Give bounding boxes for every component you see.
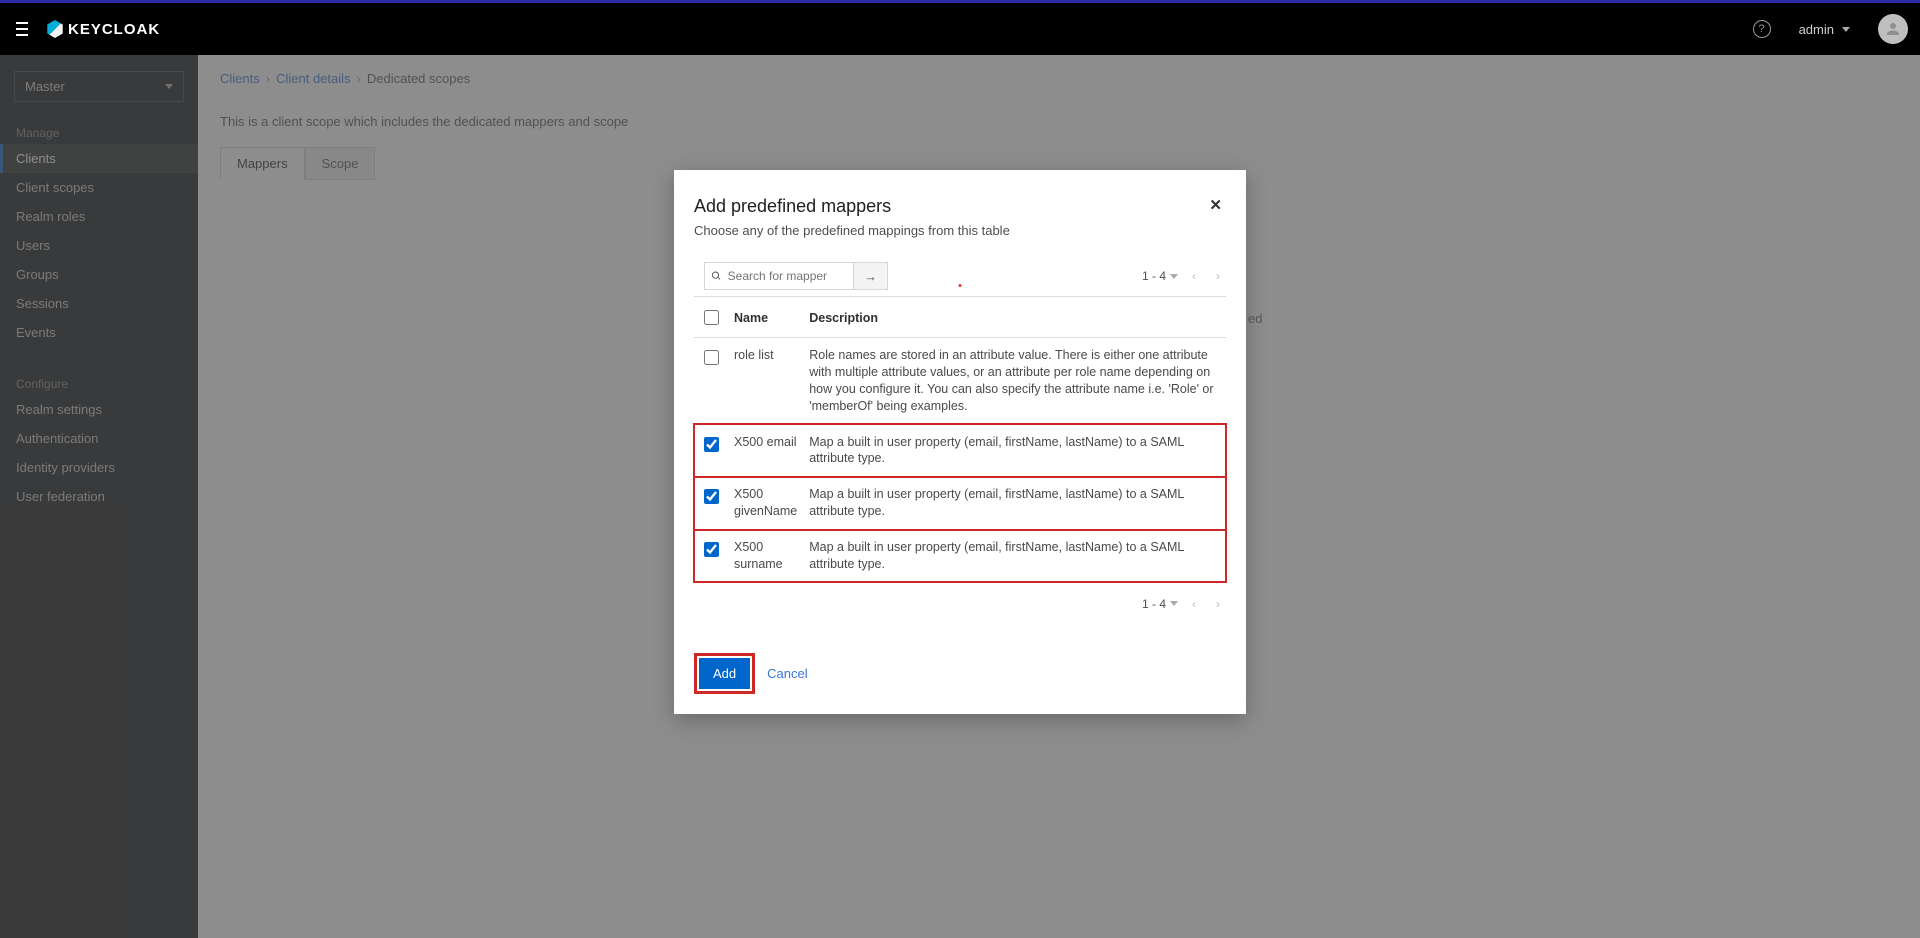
search-input[interactable] bbox=[726, 268, 847, 284]
indicator-dot bbox=[959, 284, 962, 287]
row-checkbox[interactable] bbox=[704, 437, 719, 452]
pager-prev-button[interactable]: ‹ bbox=[1186, 265, 1202, 287]
add-predefined-mappers-modal: ✕ Add predefined mappers Choose any of t… bbox=[674, 170, 1246, 714]
cancel-button[interactable]: Cancel bbox=[767, 666, 807, 681]
pager-range[interactable]: 1 - 4 bbox=[1142, 269, 1178, 283]
modal-title: Add predefined mappers bbox=[694, 196, 1226, 217]
search-submit-button[interactable]: → bbox=[854, 262, 888, 290]
select-all-checkbox[interactable] bbox=[704, 310, 719, 325]
close-icon[interactable]: ✕ bbox=[1209, 196, 1222, 214]
add-button[interactable]: Add bbox=[699, 658, 750, 689]
search-input-wrap bbox=[704, 262, 854, 290]
row-name: X500 surname bbox=[728, 530, 803, 583]
user-name: admin bbox=[1799, 22, 1834, 37]
add-button-highlight: Add bbox=[694, 653, 755, 694]
table-row: role listRole names are stored in an att… bbox=[694, 338, 1226, 425]
table-row: X500 surnameMap a built in user property… bbox=[694, 530, 1226, 583]
menu-toggle-button[interactable] bbox=[12, 18, 32, 40]
row-name: role list bbox=[728, 338, 803, 425]
row-description: Role names are stored in an attribute va… bbox=[803, 338, 1226, 425]
brand-logo[interactable]: KEYCLOAK bbox=[46, 20, 160, 38]
table-row: X500 emailMap a built in user property (… bbox=[694, 424, 1226, 477]
row-description: Map a built in user property (email, fir… bbox=[803, 424, 1226, 477]
row-name: X500 email bbox=[728, 424, 803, 477]
row-description: Map a built in user property (email, fir… bbox=[803, 477, 1226, 530]
pager-next-button[interactable]: › bbox=[1210, 265, 1226, 287]
row-checkbox[interactable] bbox=[704, 350, 719, 365]
pager-bottom: 1 - 4 ‹ › bbox=[1142, 593, 1226, 615]
user-menu[interactable]: admin bbox=[1799, 22, 1850, 37]
pager-range[interactable]: 1 - 4 bbox=[1142, 597, 1178, 611]
help-icon[interactable]: ? bbox=[1753, 20, 1771, 38]
pager-next-button[interactable]: › bbox=[1210, 593, 1226, 615]
modal-subtitle: Choose any of the predefined mappings fr… bbox=[694, 223, 1226, 238]
column-description-header: Description bbox=[803, 297, 1226, 338]
row-checkbox[interactable] bbox=[704, 542, 719, 557]
row-checkbox[interactable] bbox=[704, 489, 719, 504]
pager-top: 1 - 4 ‹ › bbox=[1142, 265, 1226, 287]
top-bar: KEYCLOAK ? admin bbox=[0, 3, 1920, 55]
avatar[interactable] bbox=[1878, 14, 1908, 44]
pager-prev-button[interactable]: ‹ bbox=[1186, 593, 1202, 615]
chevron-down-icon bbox=[1170, 601, 1178, 606]
mapper-table: Name Description role listRole names are… bbox=[694, 296, 1226, 583]
brand-text: KEYCLOAK bbox=[68, 21, 160, 38]
column-name-header: Name bbox=[728, 297, 803, 338]
chevron-down-icon bbox=[1842, 27, 1850, 32]
table-row: X500 givenNameMap a built in user proper… bbox=[694, 477, 1226, 530]
chevron-down-icon bbox=[1170, 274, 1178, 279]
keycloak-hex-icon bbox=[46, 20, 64, 38]
row-description: Map a built in user property (email, fir… bbox=[803, 530, 1226, 583]
arrow-right-icon: → bbox=[864, 269, 877, 284]
search-icon bbox=[711, 270, 722, 282]
modal-overlay: ✕ Add predefined mappers Choose any of t… bbox=[0, 55, 1920, 938]
user-icon bbox=[1884, 20, 1902, 38]
row-name: X500 givenName bbox=[728, 477, 803, 530]
